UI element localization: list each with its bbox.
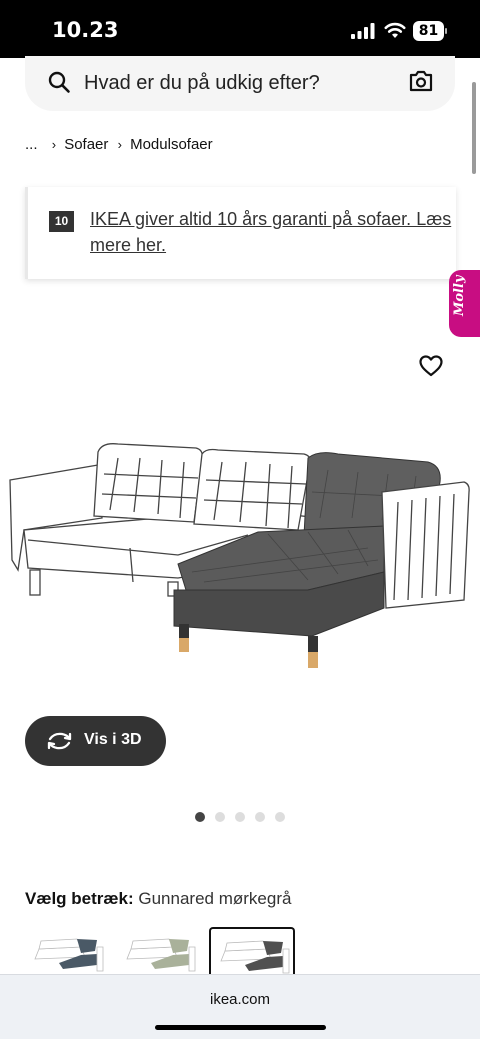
status-time: 10.23 <box>52 18 119 42</box>
view-in-3d-button[interactable]: Vis i 3D <box>25 716 166 766</box>
warranty-banner[interactable]: 10 IKEA giver altid 10 års garanti på so… <box>25 187 456 279</box>
cover-swatch[interactable] <box>25 927 111 977</box>
assistant-label: Molly <box>452 275 467 317</box>
pagination-dot[interactable] <box>215 812 225 822</box>
pagination-dot[interactable] <box>255 812 265 822</box>
breadcrumb-item-sofaer[interactable]: Sofaer <box>64 136 108 153</box>
assistant-tab[interactable]: Molly <box>449 270 480 337</box>
battery-icon: 81 <box>413 21 447 41</box>
wifi-icon <box>384 22 406 38</box>
warranty-link[interactable]: IKEA giver altid 10 års garanti på sofae… <box>90 206 454 258</box>
product-image[interactable] <box>8 440 474 675</box>
home-indicator <box>155 1025 326 1030</box>
rotate-3d-icon <box>47 732 72 750</box>
search-bar[interactable]: Hvad er du på udkig efter? <box>25 56 455 111</box>
pagination-dot[interactable] <box>275 812 285 822</box>
status-bar: 10.23 81 <box>0 0 480 58</box>
signal-icon <box>351 23 375 39</box>
view-in-3d-label: Vis i 3D <box>84 731 142 748</box>
pagination-dot[interactable] <box>235 812 245 822</box>
warranty-badge-icon: 10 <box>49 211 74 232</box>
pagination-dot[interactable] <box>195 812 205 822</box>
chevron-right-icon: › <box>51 137 57 152</box>
cover-swatch[interactable] <box>209 927 295 977</box>
chevron-right-icon: › <box>117 137 122 152</box>
favourite-heart-icon[interactable] <box>419 355 443 377</box>
cover-swatch[interactable] <box>117 927 203 977</box>
breadcrumb: ... › Sofaer › Modulsofaer <box>25 136 213 153</box>
camera-icon[interactable] <box>409 70 433 92</box>
search-icon <box>48 71 70 93</box>
cover-label: Vælg betræk: <box>25 889 134 908</box>
browser-bar: ikea.com <box>0 974 480 1039</box>
battery-level: 81 <box>413 21 444 41</box>
cover-value: Gunnared mørkegrå <box>138 889 292 908</box>
search-input[interactable]: Hvad er du på udkig efter? <box>84 72 320 95</box>
cover-swatches <box>25 927 305 977</box>
scrollbar <box>472 82 476 174</box>
url-field[interactable]: ikea.com <box>0 991 480 1008</box>
breadcrumb-ellipsis[interactable]: ... <box>25 136 38 153</box>
cover-selector-label: Vælg betræk: Gunnared mørkegrå <box>25 889 291 909</box>
breadcrumb-item-modulsofaer[interactable]: Modulsofaer <box>130 136 213 153</box>
